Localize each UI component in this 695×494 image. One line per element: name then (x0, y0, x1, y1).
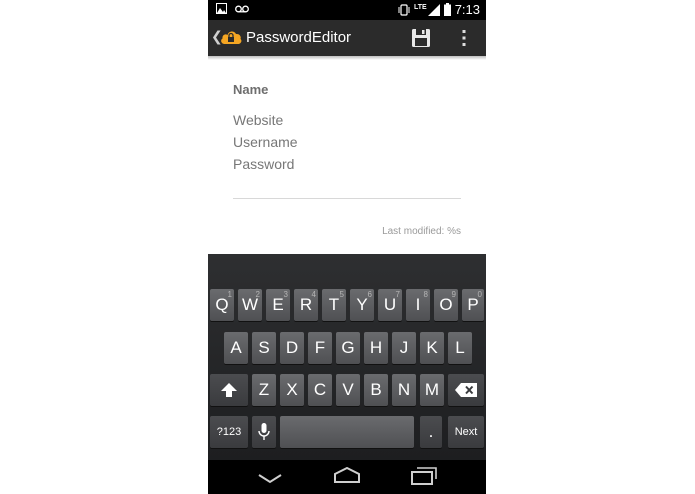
key-j[interactable]: J (392, 332, 416, 364)
key-v[interactable]: V (336, 374, 360, 406)
key-r[interactable]: R4 (294, 289, 318, 321)
battery-icon (443, 3, 451, 16)
key-w[interactable]: W2 (238, 289, 262, 321)
vibrate-icon (398, 3, 410, 16)
key-z[interactable]: Z (252, 374, 276, 406)
key-o[interactable]: O9 (434, 289, 458, 321)
status-time: 7:13 (454, 2, 480, 17)
key-q[interactable]: Q1 (210, 289, 234, 321)
key-m[interactable]: M (420, 374, 444, 406)
key-hint: 9 (451, 290, 456, 299)
password-input[interactable]: Password (233, 156, 294, 172)
overflow-menu-icon[interactable] (460, 28, 468, 48)
voice-input-key[interactable] (252, 416, 276, 448)
voicemail-icon (235, 5, 249, 12)
backspace-key[interactable] (448, 374, 484, 406)
action-bar-shadow (208, 56, 486, 60)
key-label: I (415, 295, 421, 314)
backspace-icon (455, 383, 477, 397)
phone-screen: LTE 7:13 ❮ PasswordEditor Name Website U… (208, 0, 486, 494)
username-input[interactable]: Username (233, 134, 298, 150)
app-title: PasswordEditor (246, 29, 352, 46)
network-type: LTE (413, 4, 427, 11)
next-key[interactable]: Next (448, 416, 484, 448)
key-label: T (328, 295, 340, 314)
key-hint: 0 (477, 290, 482, 299)
key-label: R (299, 295, 313, 314)
key-u[interactable]: U7 (378, 289, 402, 321)
key-label: Y (356, 295, 368, 314)
key-hint: 8 (423, 290, 428, 299)
status-bar: LTE 7:13 (208, 0, 486, 20)
key-hint: 4 (311, 290, 316, 299)
microphone-icon (258, 423, 270, 440)
key-t[interactable]: T5 (322, 289, 346, 321)
key-n[interactable]: N (392, 374, 416, 406)
navigation-bar (208, 460, 486, 494)
space-bar[interactable] (280, 416, 414, 448)
key-label: U (383, 295, 397, 314)
back-icon[interactable] (258, 474, 282, 484)
key-a[interactable]: A (224, 332, 248, 364)
key-hint: 3 (283, 290, 288, 299)
name-field[interactable]: Name (233, 82, 268, 97)
last-modified-text: Last modified: %s (382, 226, 461, 237)
key-d[interactable]: D (280, 332, 304, 364)
action-bar: ❮ PasswordEditor (208, 20, 486, 56)
key-f[interactable]: F (308, 332, 332, 364)
key-b[interactable]: B (364, 374, 388, 406)
key-hint: 5 (339, 290, 344, 299)
image-notification-icon (216, 3, 227, 14)
key-x[interactable]: X (280, 374, 304, 406)
key-hint: 2 (255, 290, 260, 299)
key-i[interactable]: I8 (406, 289, 430, 321)
soft-keyboard: Q1 W2 E3 R4 T5 Y6 U7 I8 O9 P0 A S D F G … (208, 254, 486, 460)
website-input[interactable]: Website (233, 112, 283, 128)
symbols-key[interactable]: ?123 (210, 416, 248, 448)
shift-key[interactable] (210, 374, 248, 406)
shift-icon (221, 383, 237, 397)
key-c[interactable]: C (308, 374, 332, 406)
period-key[interactable]: . (420, 416, 442, 448)
home-icon[interactable] (333, 467, 361, 483)
key-s[interactable]: S (252, 332, 276, 364)
key-l[interactable]: L (448, 332, 472, 364)
divider (233, 198, 461, 199)
key-e[interactable]: E3 (266, 289, 290, 321)
key-hint: 6 (367, 290, 372, 299)
key-hint: 1 (227, 290, 232, 299)
signal-icon (427, 3, 440, 16)
key-label: E (272, 295, 284, 314)
app-cloud-lock-icon[interactable] (220, 28, 242, 46)
key-h[interactable]: H (364, 332, 388, 364)
key-p[interactable]: P0 (462, 289, 484, 321)
recent-apps-icon[interactable] (411, 467, 437, 485)
key-y[interactable]: Y6 (350, 289, 374, 321)
save-icon[interactable] (411, 28, 431, 48)
key-k[interactable]: K (420, 332, 444, 364)
key-g[interactable]: G (336, 332, 360, 364)
key-hint: 7 (395, 290, 400, 299)
